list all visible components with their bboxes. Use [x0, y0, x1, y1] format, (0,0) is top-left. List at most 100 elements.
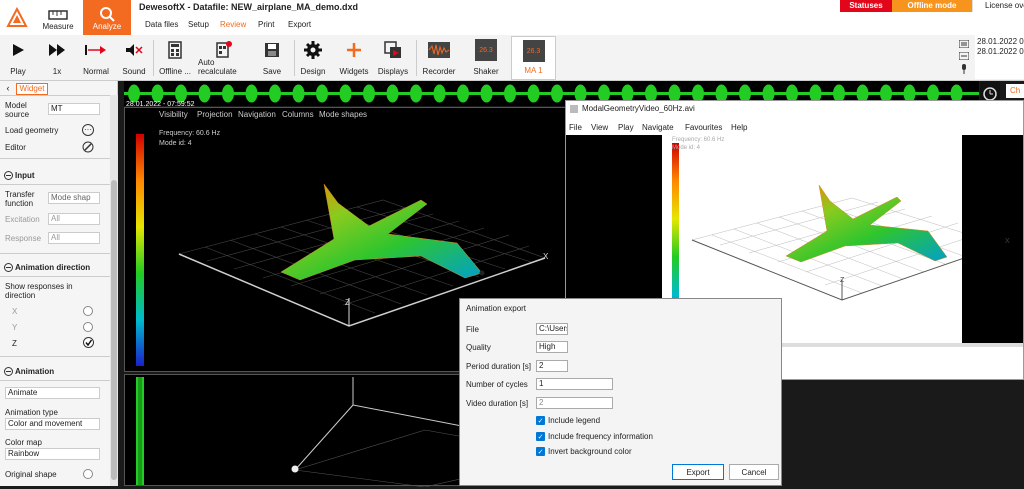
- collapse-arrow-icon[interactable]: ‹: [2, 83, 14, 94]
- menu-projection[interactable]: Projection: [197, 110, 233, 119]
- app-title: DewesoftX - Datafile: NEW_airplane_MA_de…: [139, 2, 359, 12]
- collapse-direction-icon[interactable]: [4, 263, 13, 272]
- end-date: 28.01.2022 08:00:03: [977, 47, 1024, 56]
- channel-select-button[interactable]: Ch: [1006, 84, 1024, 98]
- menu-review[interactable]: Review: [214, 20, 252, 29]
- ma1-label: MA 1: [524, 66, 543, 75]
- ma1-tab-button[interactable]: 26.3 MA 1: [511, 36, 556, 80]
- direction-x-radio[interactable]: [83, 306, 93, 316]
- color-map-select[interactable]: Rainbow: [5, 448, 100, 460]
- animation-type-select[interactable]: Color and movement: [5, 418, 100, 430]
- original-shape-radio[interactable]: [83, 469, 93, 479]
- transfer-function-label: Transfer function: [5, 190, 35, 208]
- menu-visibility[interactable]: Visibility: [159, 110, 188, 119]
- more-icon[interactable]: ···: [82, 124, 94, 136]
- model-source-label: Model source: [5, 101, 30, 119]
- video-menu-view[interactable]: View: [591, 123, 608, 132]
- microphone-icon[interactable]: [959, 64, 969, 74]
- video-menu-favourites[interactable]: Favourites: [685, 123, 722, 132]
- list-icon[interactable]: [959, 40, 969, 48]
- excitation-label: Excitation: [5, 215, 40, 224]
- normal-icon: [85, 45, 106, 55]
- notes-icon[interactable]: [959, 52, 969, 60]
- compass-icon[interactable]: [82, 141, 94, 153]
- direction-y-radio[interactable]: [83, 322, 93, 332]
- waveform-burst: [269, 84, 281, 103]
- waveform-burst: [198, 84, 211, 103]
- offline-calc-button[interactable]: Offline ...: [156, 36, 194, 80]
- waveform-burst: [457, 84, 469, 103]
- normal-button[interactable]: Normal: [80, 36, 112, 80]
- measure-mode-button[interactable]: Measure: [34, 0, 82, 35]
- period-duration-input[interactable]: 2: [536, 360, 568, 372]
- video-duration-input[interactable]: 2: [536, 397, 613, 409]
- menu-print[interactable]: Print: [252, 20, 280, 29]
- statuses-button[interactable]: Statuses: [840, 0, 892, 12]
- license-overview-button[interactable]: License overview: [972, 0, 1024, 12]
- displays-button[interactable]: Displays: [377, 36, 409, 80]
- video-menu-play[interactable]: Play: [618, 123, 634, 132]
- dialog-title: Animation export: [466, 304, 527, 313]
- number-of-cycles-input[interactable]: 1: [536, 378, 613, 390]
- invert-background-checkbox[interactable]: ✓: [536, 447, 545, 456]
- collapse-animation-icon[interactable]: [4, 367, 13, 376]
- floppy-disk-icon: [265, 43, 279, 57]
- sidebar-scroll-thumb[interactable]: [111, 180, 117, 480]
- ma1-icon-text: 26.3: [526, 47, 541, 55]
- animation-section-header: Animation: [15, 367, 55, 376]
- collapse-input-icon[interactable]: [4, 171, 13, 180]
- include-legend-checkbox[interactable]: ✓: [536, 416, 545, 425]
- toolbar-divider: [294, 40, 295, 76]
- include-frequency-checkbox[interactable]: ✓: [536, 432, 545, 441]
- include-legend-label: Include legend: [548, 416, 601, 425]
- video-menu-navigate[interactable]: Navigate: [642, 123, 674, 132]
- menu-data-files[interactable]: Data files: [139, 20, 184, 29]
- widgets-button[interactable]: Widgets: [336, 36, 372, 80]
- play-label: Play: [10, 67, 26, 76]
- speaker-muted-icon: [126, 44, 143, 56]
- sound-button[interactable]: Sound: [120, 36, 148, 80]
- analyze-mode-button[interactable]: Analyze: [83, 0, 131, 35]
- cancel-button[interactable]: Cancel: [729, 464, 779, 480]
- color-map-label: Color map: [5, 438, 42, 447]
- speed-button[interactable]: 1x: [44, 36, 70, 80]
- menu-setup[interactable]: Setup: [182, 20, 215, 29]
- airplane-model: [280, 183, 483, 281]
- divider: [0, 158, 110, 159]
- animation-mode-select[interactable]: Animate: [5, 387, 100, 399]
- menu-export[interactable]: Export: [282, 20, 317, 29]
- video-menu-help[interactable]: Help: [731, 123, 747, 132]
- ma1-icon: 26.3: [522, 40, 545, 62]
- recorder-button[interactable]: Recorder: [420, 36, 458, 80]
- direction-z-checked-icon[interactable]: [83, 337, 94, 348]
- file-input[interactable]: C:\Users\: [536, 323, 568, 335]
- widget-tab[interactable]: Widget: [16, 83, 48, 95]
- design-button[interactable]: Design: [298, 36, 328, 80]
- excitation-select[interactable]: All: [48, 213, 100, 225]
- auto-recalculate-button[interactable]: Auto recalculate: [198, 36, 250, 80]
- response-select[interactable]: All: [48, 232, 100, 244]
- video-letterbox-right: [962, 135, 1023, 343]
- start-date: 28.01.2022 07:59:52: [977, 37, 1024, 46]
- export-button[interactable]: Export: [672, 464, 724, 480]
- axis-x-label: X: [543, 252, 549, 261]
- quality-select[interactable]: High qua: [536, 341, 568, 353]
- menu-navigation[interactable]: Navigation: [238, 110, 276, 119]
- color-legend-bar: [136, 134, 144, 366]
- shaker-button[interactable]: 26.3 Shaker: [470, 36, 502, 80]
- video-frequency-label: Frequency: 60.6 Hz: [672, 137, 725, 143]
- menu-columns[interactable]: Columns: [282, 110, 314, 119]
- model-source-select[interactable]: MT: [48, 103, 100, 115]
- auto-recalculate-icon: [216, 40, 232, 58]
- magnifier-icon: [100, 7, 115, 22]
- gear-icon: [304, 41, 322, 59]
- menu-mode-shapes[interactable]: Mode shapes: [319, 110, 367, 119]
- play-button[interactable]: Play: [5, 36, 31, 80]
- axis-z-label: Z: [345, 298, 350, 307]
- toolbar-divider: [416, 40, 417, 76]
- original-shape-label: Original shape: [5, 470, 57, 479]
- divider: [0, 276, 110, 277]
- transfer-function-select[interactable]: Mode shap: [48, 192, 100, 204]
- save-button[interactable]: Save: [258, 36, 286, 80]
- video-menu-file[interactable]: File: [569, 123, 582, 132]
